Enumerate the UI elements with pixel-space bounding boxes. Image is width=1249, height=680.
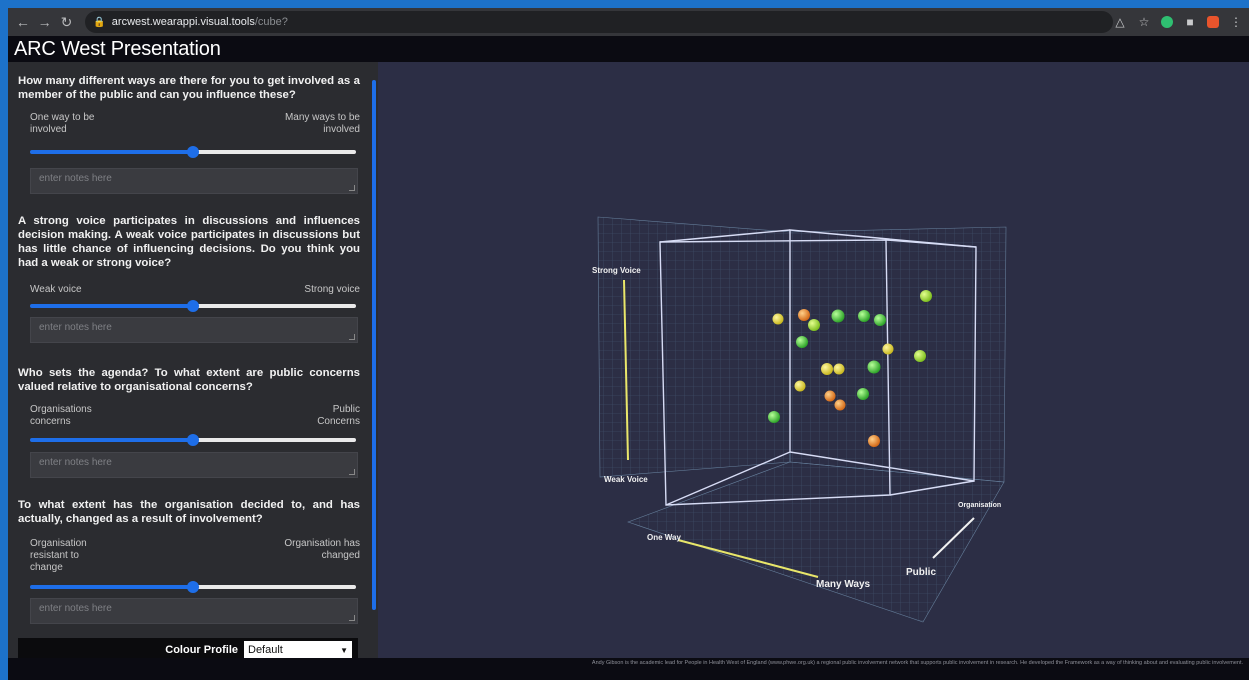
slider-thumb[interactable]	[187, 434, 199, 446]
response-point[interactable]	[868, 435, 880, 447]
response-point[interactable]	[833, 363, 845, 375]
questions-sidebar: How many different ways are there for yo…	[8, 62, 378, 658]
range-left-label: Organisations concerns	[30, 404, 92, 427]
extensions-puzzle-icon[interactable]: ■	[1183, 15, 1197, 29]
response-point[interactable]	[821, 363, 833, 375]
menu-kebab-icon[interactable]: ⋮	[1229, 15, 1243, 29]
response-point[interactable]	[882, 343, 894, 355]
slider-organisation-change[interactable]	[30, 580, 356, 593]
notes-input-agenda[interactable]: enter notes here	[30, 452, 358, 478]
range-labels-change: Organisation resistant to change Organis…	[30, 538, 360, 574]
app-header: ARC West Presentation	[8, 36, 1249, 62]
response-point[interactable]	[808, 319, 820, 331]
slider-ways-involved[interactable]	[30, 145, 356, 158]
chevron-down-icon: ▼	[340, 645, 348, 655]
axis-label-public: Public	[906, 567, 936, 578]
notes-input-ways[interactable]: enter notes here	[30, 168, 358, 194]
extension-green-icon[interactable]	[1161, 16, 1173, 28]
response-point[interactable]	[831, 309, 845, 323]
footer-credit: Andy Gibson is the academic lead for Peo…	[8, 658, 1249, 680]
back-arrow-icon[interactable]: ←	[14, 13, 32, 31]
axis-label-strong-voice: Strong Voice	[592, 266, 641, 275]
slider-agenda[interactable]	[30, 433, 356, 446]
range-right-label: Many ways to be involved	[284, 112, 360, 135]
cube-plot-svg[interactable]: Strong Voice Weak Voice One Way Many Way…	[378, 62, 1249, 658]
notes-input-change[interactable]: enter notes here	[30, 598, 358, 624]
slider-voice-strength[interactable]	[30, 299, 356, 312]
range-right-label: Organisation has changed	[284, 538, 360, 561]
axis-label-many-ways: Many Ways	[816, 579, 871, 590]
cube-plot-area[interactable]: Strong Voice Weak Voice One Way Many Way…	[378, 62, 1249, 658]
app-window: ← → ↻ 🔒 arcwest.wearappi.visual.tools /c…	[8, 8, 1249, 680]
lock-icon: 🔒	[93, 16, 106, 28]
range-labels-voice: Weak voice Strong voice	[30, 284, 360, 296]
response-point[interactable]	[768, 411, 780, 423]
response-point[interactable]	[794, 380, 806, 392]
profile-avatar-icon[interactable]	[1207, 16, 1219, 28]
response-point[interactable]	[796, 336, 808, 348]
response-point[interactable]	[867, 360, 881, 374]
range-labels-ways: One way to be involved Many ways to be i…	[30, 112, 360, 136]
sidebar-scrollbar-thumb[interactable]	[372, 80, 376, 610]
response-point[interactable]	[834, 399, 846, 411]
response-point[interactable]	[772, 313, 784, 325]
axis-label-weak-voice: Weak Voice	[604, 475, 648, 484]
response-point[interactable]	[857, 388, 869, 400]
grid-wall-back	[789, 226, 1007, 483]
response-point[interactable]	[824, 390, 836, 402]
question-ways-involved: How many different ways are there for yo…	[18, 75, 360, 101]
range-right-label: Public Concerns	[317, 404, 360, 427]
notes-input-voice[interactable]: enter notes here	[30, 317, 358, 343]
response-point[interactable]	[874, 314, 886, 326]
question-voice-strength: A strong voice participates in discussio…	[18, 215, 360, 269]
response-point[interactable]	[858, 310, 870, 322]
bookmark-star-icon[interactable]: ☆	[1137, 15, 1151, 29]
forward-arrow-icon[interactable]: →	[36, 13, 54, 31]
axis-label-organisation: Organisation	[958, 502, 1001, 509]
range-labels-agenda: Organisations concerns Public Concerns	[30, 404, 360, 428]
range-left-label: Organisation resistant to change	[30, 538, 87, 573]
range-right-label: Strong voice	[304, 284, 360, 295]
browser-toolbar: ← → ↻ 🔒 arcwest.wearappi.visual.tools /c…	[8, 8, 1249, 36]
slider-thumb[interactable]	[187, 300, 199, 312]
page-title: ARC West Presentation	[14, 37, 221, 60]
question-agenda: Who sets the agenda? To what extent are …	[18, 367, 360, 393]
slider-thumb[interactable]	[187, 146, 199, 158]
range-left-label: Weak voice	[30, 284, 82, 295]
colour-profile-value: Default	[248, 644, 283, 656]
range-left-label: One way to be involved	[30, 112, 95, 135]
address-bar[interactable]: 🔒 arcwest.wearappi.visual.tools /cube?	[85, 11, 1113, 33]
slider-thumb[interactable]	[187, 581, 199, 593]
colour-profile-bar: Colour Profile Default ▼	[18, 638, 358, 658]
colour-profile-label: Colour Profile	[165, 644, 238, 656]
share-icon[interactable]: △	[1113, 15, 1127, 29]
response-point[interactable]	[914, 350, 926, 362]
response-point[interactable]	[920, 290, 932, 302]
url-host: arcwest.wearappi.visual.tools	[111, 16, 255, 28]
question-organisation-change: To what extent has the organisation deci…	[18, 499, 360, 525]
response-point[interactable]	[798, 309, 810, 321]
url-path: /cube?	[254, 16, 288, 28]
colour-profile-select[interactable]: Default ▼	[244, 641, 352, 658]
axis-label-one-way: One Way	[647, 533, 681, 542]
reload-icon[interactable]: ↻	[58, 13, 76, 31]
